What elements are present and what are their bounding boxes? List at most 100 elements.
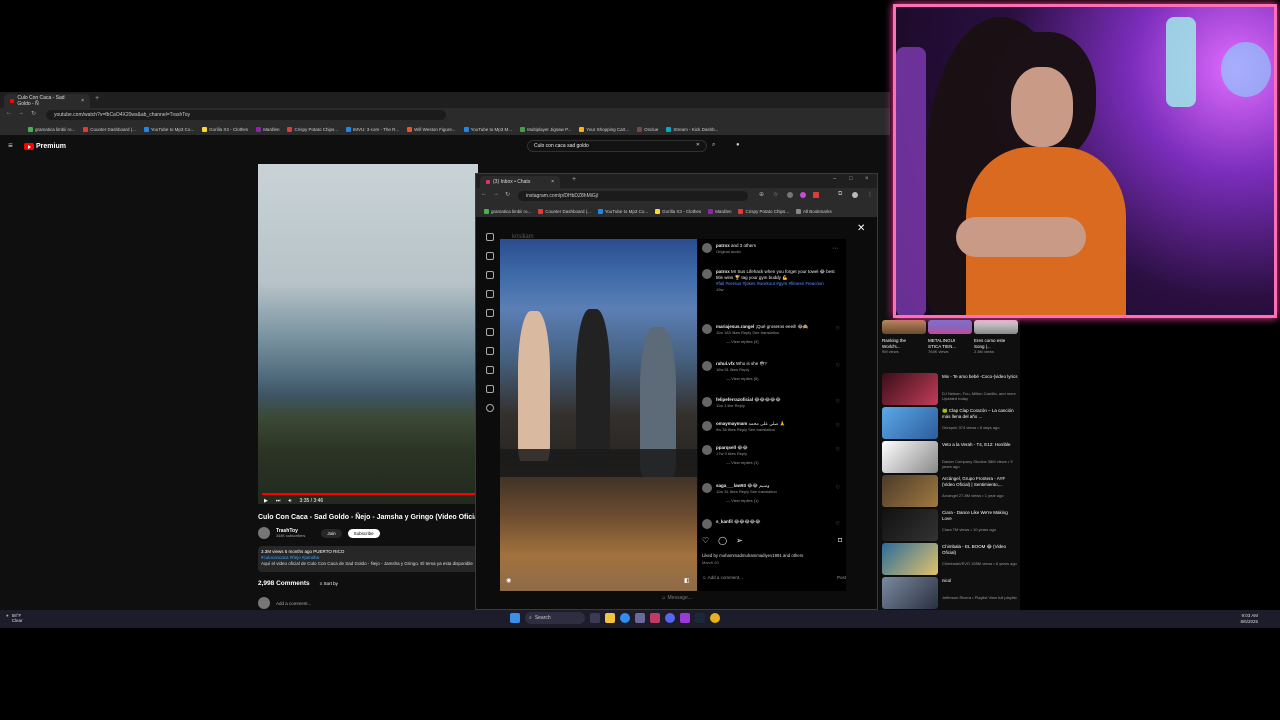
- rec-thumbnail[interactable]: [882, 509, 938, 541]
- rec-title[interactable]: Ciara - Dance Like We're Making Love: [942, 510, 1018, 521]
- ig-address-bar[interactable]: instagram.com/p/DHbDZ8hMiGj/: [518, 191, 748, 201]
- view-replies-button[interactable]: — View replies (1): [726, 498, 842, 503]
- new-tab-icon[interactable]: +: [572, 176, 576, 183]
- rec-thumbnail[interactable]: [882, 373, 938, 405]
- comment-hashtags[interactable]: #fail #versus #jokes #workout #gym #fitn…: [716, 281, 842, 287]
- install-app-icon[interactable]: ⊕: [759, 191, 764, 198]
- start-windows-icon[interactable]: [510, 613, 520, 623]
- post-comment-button[interactable]: Post: [837, 575, 846, 580]
- liked-by[interactable]: Liked by muhammadmuhammadiyev1991 and ot…: [702, 553, 842, 558]
- view-replies-button[interactable]: — View replies (3): [726, 339, 842, 344]
- bookmark-item[interactable]: IMVU: 3-com - The R...: [345, 126, 399, 132]
- commenter-username[interactable]: s_kanfil: [716, 519, 733, 524]
- search-icon[interactable]: [486, 271, 494, 279]
- rec-thumbnail[interactable]: [882, 407, 938, 439]
- extensions-puzzle-icon[interactable]: ⧉: [838, 191, 842, 198]
- bookmark-item[interactable]: Crispy Potato Chips...: [738, 208, 789, 214]
- bookmark-item[interactable]: Stream - Kick Dashb...: [666, 126, 718, 132]
- obs-icon[interactable]: [680, 613, 690, 623]
- short-thumbnail[interactable]: [974, 320, 1018, 334]
- view-replies-button[interactable]: — View replies (5): [726, 376, 842, 381]
- commenter-username[interactable]: mariajesus.rangel: [716, 324, 754, 329]
- rec-thumbnail[interactable]: [882, 577, 938, 609]
- rec-video-item[interactable]: nicol Jefferson Rivera • Playlist View fu…: [882, 577, 1020, 610]
- app-icon[interactable]: [650, 613, 660, 623]
- forward-icon[interactable]: →: [493, 191, 499, 197]
- discord-icon[interactable]: [665, 613, 675, 623]
- comment-like-icon[interactable]: ♡: [836, 447, 840, 453]
- chrome-icon[interactable]: [710, 613, 720, 623]
- emoji-icon[interactable]: ☺: [661, 595, 666, 601]
- yt-active-tab[interactable]: Culo Con Caca - Sad Goldo - Ñ ×: [4, 94, 90, 108]
- bookmark-star-icon[interactable]: ☆: [773, 191, 778, 198]
- bookmark-item[interactable]: Counter Dashboard |...: [538, 208, 591, 214]
- rec-title[interactable]: 🐸 Clap Clap Corazón – La canción más lle…: [942, 408, 1018, 419]
- ig-message-bar[interactable]: ☺ Message...: [661, 595, 692, 601]
- commenter-avatar[interactable]: [702, 324, 712, 334]
- bookmark-item[interactable]: Mardlen: [708, 208, 731, 214]
- more-options-icon[interactable]: ⋯: [832, 245, 838, 252]
- commenter-username[interactable]: rahul.vfx: [716, 361, 735, 366]
- bookmark-item[interactable]: Mardlen: [256, 126, 279, 132]
- new-tab-icon[interactable]: +: [95, 95, 99, 102]
- subscribe-button[interactable]: Subscribe: [347, 528, 380, 538]
- join-button[interactable]: Join: [321, 528, 342, 538]
- comment-like-icon[interactable]: ♡: [836, 326, 840, 332]
- short-item[interactable]: Ranking the World's... 9M views: [882, 338, 922, 355]
- commenter-username[interactable]: pparqsell: [716, 445, 736, 450]
- commenter-avatar[interactable]: [702, 421, 712, 431]
- bookmark-item[interactable]: gramatica limbii ro...: [28, 126, 75, 132]
- mute-icon[interactable]: ◧: [684, 577, 690, 584]
- author-username[interactable]: patrox: [716, 243, 730, 248]
- bookmark-item[interactable]: Will Weston Figure...: [407, 126, 456, 132]
- yt-add-comment[interactable]: Add a comment...: [258, 597, 311, 609]
- comment-like-icon[interactable]: ♡: [836, 399, 840, 405]
- bookmark-item[interactable]: YouTube to Mp3 M...: [463, 126, 512, 132]
- comment-like-icon[interactable]: ♡: [836, 521, 840, 527]
- rec-video-item[interactable]: Arcángel, Grupo Frontera - AYF (Video Of…: [882, 475, 1020, 511]
- commenter-avatar[interactable]: [702, 519, 712, 529]
- rec-thumbnail[interactable]: [882, 441, 938, 473]
- rec-video-item[interactable]: Ciara - Dance Like We're Making Love Ciar…: [882, 509, 1020, 545]
- ig-reel-video[interactable]: ◉ ◧: [500, 239, 697, 591]
- view-replies-button[interactable]: — View replies (1): [726, 460, 842, 465]
- rec-thumbnail[interactable]: [882, 475, 938, 507]
- back-icon[interactable]: ←: [6, 110, 12, 116]
- commenter-avatar[interactable]: [702, 361, 712, 371]
- yt-video-player[interactable]: [258, 164, 478, 504]
- back-icon[interactable]: ←: [481, 191, 487, 197]
- rec-title[interactable]: Mix - Te amo bebé -Coco-(video lyrics: [942, 374, 1018, 380]
- like-heart-icon[interactable]: ♡: [702, 536, 709, 545]
- emoji-icon[interactable]: ☺: [702, 575, 707, 580]
- minimize-icon[interactable]: –: [833, 176, 836, 182]
- rec-thumbnail[interactable]: [882, 543, 938, 575]
- edge-icon[interactable]: [620, 613, 630, 623]
- rec-video-item[interactable]: Mix - Te amo bebé -Coco-(video lyrics DJ …: [882, 373, 1020, 409]
- bookmark-item[interactable]: Gorilla X3 - Clothes: [202, 126, 248, 132]
- author-avatar[interactable]: [702, 243, 712, 253]
- rec-title[interactable]: Chimbala - EL BOOM 😂 (Video Oficial): [942, 544, 1018, 555]
- close-tab-icon[interactable]: ×: [551, 179, 554, 185]
- ig-active-tab[interactable]: (3) Inbox • Chats ×: [480, 176, 560, 188]
- comment-icon[interactable]: ◯: [718, 536, 727, 545]
- extension-icon[interactable]: [813, 192, 819, 198]
- commenter-avatar[interactable]: [702, 483, 712, 493]
- more-menu-icon[interactable]: ⋮: [867, 191, 873, 198]
- create-icon[interactable]: [486, 366, 494, 374]
- short-thumbnail[interactable]: [882, 320, 926, 334]
- explore-icon[interactable]: [486, 290, 494, 298]
- bookmark-item[interactable]: YouTube to Mp3 Co...: [597, 208, 648, 214]
- bookmark-item[interactable]: Onclue: [637, 126, 658, 132]
- close-window-icon[interactable]: ×: [865, 176, 869, 182]
- rec-title[interactable]: nicol: [942, 578, 1018, 584]
- commenter-username[interactable]: saga___law93: [716, 483, 746, 488]
- next-icon[interactable]: ⏭: [276, 498, 281, 504]
- reload-icon[interactable]: ↻: [505, 191, 510, 198]
- short-thumbnail[interactable]: [928, 320, 972, 334]
- instagram-logo-icon[interactable]: [486, 233, 494, 241]
- steam-icon[interactable]: [695, 613, 705, 623]
- profile-avatar[interactable]: [852, 192, 858, 198]
- bookmark-item[interactable]: Crispy Potato Chips...: [287, 126, 338, 132]
- profile-icon[interactable]: [486, 404, 494, 412]
- yt-search-input[interactable]: Culo con caca sad goldo ✕: [527, 140, 707, 152]
